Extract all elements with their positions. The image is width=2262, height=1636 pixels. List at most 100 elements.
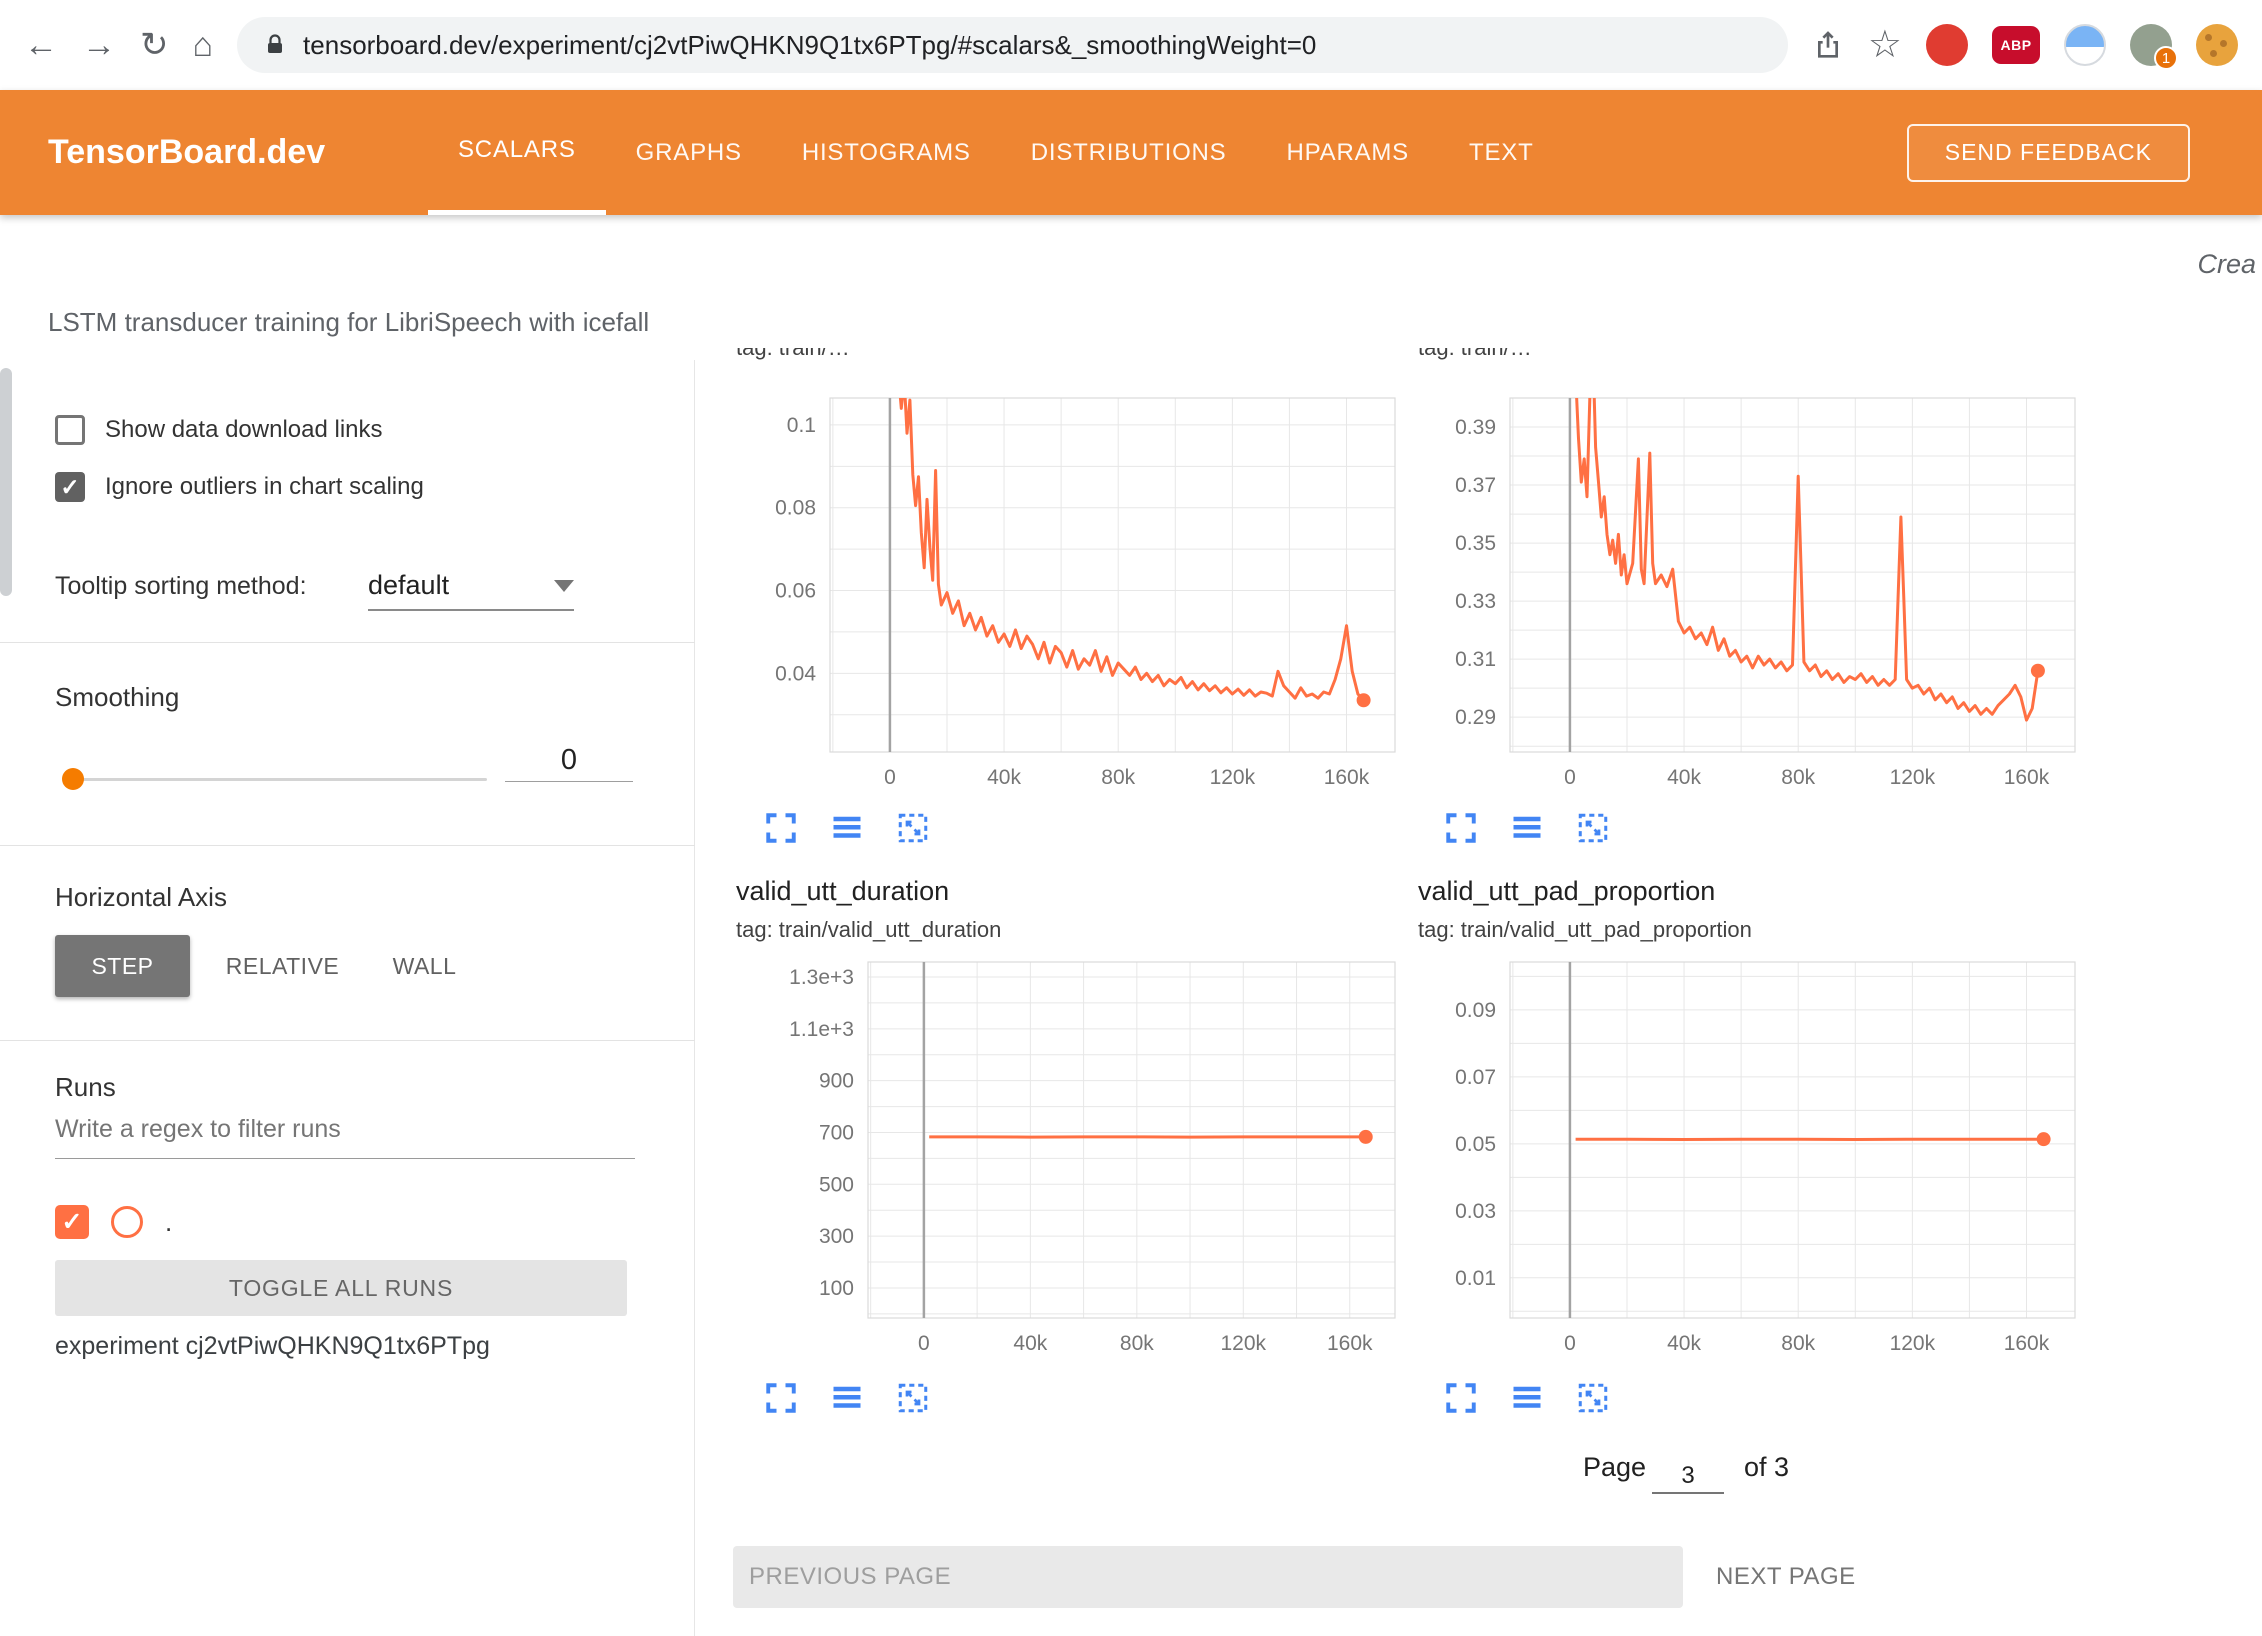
view-run-data-icon[interactable] <box>829 810 865 846</box>
chart-2-toolbar <box>1443 810 1611 846</box>
scalar-chart-2[interactable]: 040k80k120k160k0.290.310.330.350.370.39 <box>1360 380 2100 800</box>
svg-text:0: 0 <box>884 766 896 789</box>
tab-histograms[interactable]: HISTOGRAMS <box>772 90 1001 215</box>
divider <box>0 845 695 846</box>
svg-text:40k: 40k <box>1667 1332 1701 1355</box>
run-name: . <box>165 1207 172 1238</box>
cookie-dot <box>2220 40 2227 47</box>
tooltip-sort-label: Tooltip sorting method: <box>55 572 307 601</box>
scalar-chart-3[interactable]: 040k80k120k160k1003005007009001.1e+31.3e… <box>680 944 1420 1364</box>
svg-text:0.39: 0.39 <box>1455 416 1496 439</box>
sidebar-scrollbar[interactable] <box>0 368 12 596</box>
run-checkbox-checked-icon[interactable]: ✓ <box>55 1205 89 1239</box>
scalar-chart-4[interactable]: 040k80k120k160k0.010.030.050.070.09 <box>1360 944 2100 1364</box>
expand-chart-icon[interactable] <box>1443 1380 1479 1416</box>
fit-domain-icon[interactable] <box>895 1380 931 1416</box>
clipped-right-text: Crea <box>2197 249 2256 280</box>
tab-text[interactable]: TEXT <box>1439 90 1564 215</box>
view-run-data-icon[interactable] <box>829 1380 865 1416</box>
bookmark-star-icon[interactable]: ☆ <box>1868 26 1902 64</box>
page-number-input[interactable]: 3 <box>1652 1452 1724 1494</box>
expand-chart-icon[interactable] <box>763 810 799 846</box>
svg-text:80k: 80k <box>1781 1332 1815 1355</box>
main-nav: SCALARS GRAPHS HISTOGRAMS DISTRIBUTIONS … <box>428 90 1564 215</box>
run-color-swatch-icon <box>111 1206 143 1238</box>
previous-page-button[interactable]: PREVIOUS PAGE <box>733 1546 1683 1608</box>
chart-tag: tag: train/valid_utt_pad_proportion <box>1418 917 1752 943</box>
svg-text:40k: 40k <box>987 766 1021 789</box>
profile-avatar[interactable]: 1 <box>2130 24 2172 66</box>
axis-relative-button[interactable]: RELATIVE <box>210 935 355 997</box>
run-row[interactable]: ✓ . <box>55 1205 172 1239</box>
adblock-extension-icon[interactable] <box>1926 24 1968 66</box>
ignore-outliers-checkbox[interactable]: ✓ Ignore outliers in chart scaling <box>55 472 424 502</box>
tab-distributions[interactable]: DISTRIBUTIONS <box>1001 90 1257 215</box>
checkbox-label: Ignore outliers in chart scaling <box>105 473 424 501</box>
experiment-id-label: experiment cj2vtPiwQHKN9Q1tx6PTpg <box>55 1332 490 1361</box>
svg-text:0.09: 0.09 <box>1455 999 1496 1022</box>
svg-text:120k: 120k <box>1890 1332 1936 1355</box>
runs-filter-input[interactable] <box>55 1115 635 1159</box>
svg-text:0.05: 0.05 <box>1455 1133 1496 1156</box>
svg-text:0.03: 0.03 <box>1455 1200 1496 1223</box>
svg-text:40k: 40k <box>1667 766 1701 789</box>
fit-domain-icon[interactable] <box>1575 1380 1611 1416</box>
svg-text:0.29: 0.29 <box>1455 706 1496 729</box>
check-icon: ✓ <box>62 1207 83 1237</box>
svg-text:0.35: 0.35 <box>1455 532 1496 555</box>
url-bar[interactable]: tensorboard.dev/experiment/cj2vtPiwQHKN9… <box>237 17 1788 73</box>
svg-text:1.3e+3: 1.3e+3 <box>789 966 854 989</box>
svg-text:80k: 80k <box>1781 766 1815 789</box>
brand-logo[interactable]: TensorBoard.dev <box>48 133 378 172</box>
forward-icon[interactable]: → <box>82 28 116 62</box>
tooltip-sort-dropdown[interactable]: default <box>368 570 574 611</box>
axis-step-button[interactable]: STEP <box>55 935 190 997</box>
profile-badge: 1 <box>2154 46 2178 70</box>
svg-text:0.31: 0.31 <box>1455 648 1496 671</box>
toggle-all-runs-button[interactable]: TOGGLE ALL RUNS <box>55 1260 627 1316</box>
fit-domain-icon[interactable] <box>895 810 931 846</box>
reload-icon[interactable]: ↻ <box>140 28 169 62</box>
svg-text:0: 0 <box>918 1332 930 1355</box>
tab-graphs[interactable]: GRAPHS <box>606 90 772 215</box>
next-page-button[interactable]: NEXT PAGE <box>1700 1546 1872 1608</box>
tab-scalars[interactable]: SCALARS <box>428 90 606 215</box>
blue-extension-icon[interactable] <box>2064 24 2106 66</box>
chart-title: valid_utt_duration <box>736 876 1001 907</box>
send-feedback-button[interactable]: SEND FEEDBACK <box>1907 124 2190 182</box>
svg-text:0.07: 0.07 <box>1455 1066 1496 1089</box>
view-run-data-icon[interactable] <box>1509 810 1545 846</box>
view-run-data-icon[interactable] <box>1509 1380 1545 1416</box>
share-icon[interactable] <box>1812 29 1844 61</box>
svg-text:0.01: 0.01 <box>1455 1267 1496 1290</box>
expand-chart-icon[interactable] <box>763 1380 799 1416</box>
svg-text:0.33: 0.33 <box>1455 590 1496 613</box>
svg-text:300: 300 <box>819 1225 854 1248</box>
clipped-chart-tag: tag: train/… <box>1418 348 1848 363</box>
svg-text:80k: 80k <box>1120 1332 1154 1355</box>
browser-chrome: ← → ↻ ⌂ tensorboard.dev/experiment/cj2vt… <box>0 0 2262 90</box>
cookie-extension-icon[interactable] <box>2196 24 2238 66</box>
smoothing-slider-thumb[interactable] <box>62 768 84 790</box>
svg-text:160k: 160k <box>2004 766 2050 789</box>
smoothing-slider-track[interactable] <box>70 778 487 781</box>
smoothing-value-input[interactable]: 0 <box>505 732 633 782</box>
expand-chart-icon[interactable] <box>1443 810 1479 846</box>
tooltip-sort-value: default <box>368 570 449 601</box>
axis-wall-button[interactable]: WALL <box>372 935 477 997</box>
smoothing-label: Smoothing <box>55 682 179 713</box>
back-icon[interactable]: ← <box>24 28 58 62</box>
url-text: tensorboard.dev/experiment/cj2vtPiwQHKN9… <box>303 30 1316 61</box>
fit-domain-icon[interactable] <box>1575 810 1611 846</box>
chart-4-toolbar <box>1443 1380 1611 1416</box>
chart-1-toolbar <box>763 810 931 846</box>
show-download-links-checkbox[interactable]: Show data download links <box>55 415 383 445</box>
divider <box>0 1040 695 1041</box>
chart-tag: tag: train/valid_utt_duration <box>736 917 1001 943</box>
abp-extension-icon[interactable]: ABP <box>1992 26 2040 64</box>
scalar-chart-1[interactable]: 040k80k120k160k0.040.060.080.1 <box>680 380 1420 800</box>
svg-text:0.08: 0.08 <box>775 497 816 520</box>
svg-text:0: 0 <box>1564 766 1576 789</box>
home-icon[interactable]: ⌂ <box>193 28 214 62</box>
tab-hparams[interactable]: HPARAMS <box>1256 90 1439 215</box>
